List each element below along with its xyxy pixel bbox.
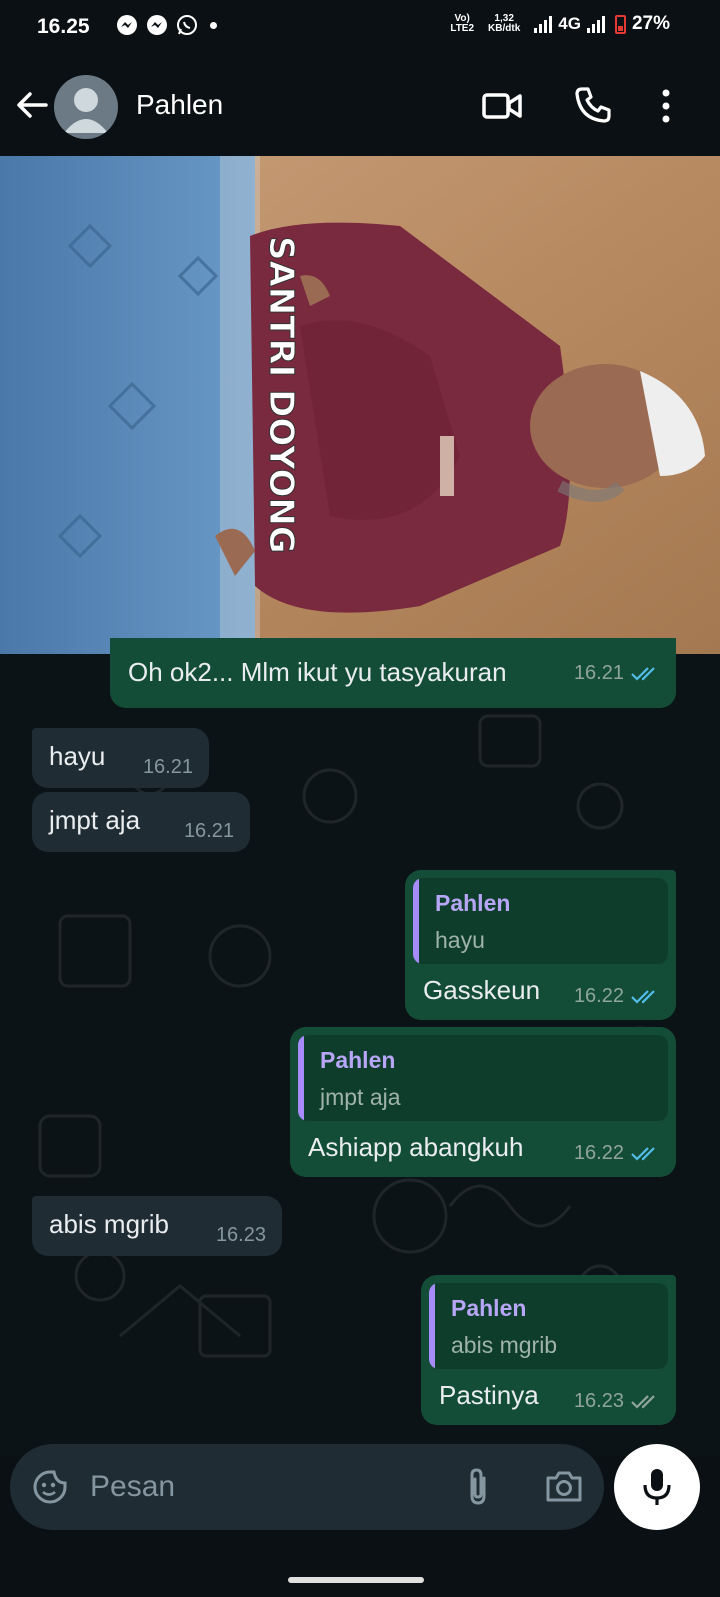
delivered-ticks-icon xyxy=(631,1394,655,1409)
message-text: jmpt aja xyxy=(49,805,141,835)
read-ticks-icon xyxy=(631,1146,655,1161)
message-incoming[interactable]: jmpt aja 16.21 xyxy=(32,792,250,852)
quote-accent-bar xyxy=(429,1283,435,1369)
microphone-icon xyxy=(643,1469,671,1505)
lte-label: LTE2 xyxy=(450,23,475,34)
status-time: 16.25 xyxy=(37,15,90,38)
messenger-icon-2 xyxy=(147,15,167,35)
signal-icon xyxy=(534,15,553,33)
message-text: Pastinya xyxy=(439,1380,539,1410)
phone-call-icon[interactable] xyxy=(574,86,612,124)
network-type: 4G xyxy=(558,14,581,33)
read-ticks-icon xyxy=(631,666,655,681)
quoted-text: jmpt aja xyxy=(320,1084,401,1110)
read-ticks-icon xyxy=(631,989,655,1004)
quoted-message[interactable]: Pahlen jmpt aja xyxy=(298,1035,668,1121)
message-time: 16.21 xyxy=(183,820,234,842)
image-caption: SANTRI DOYONG xyxy=(261,236,301,554)
overflow-menu-icon[interactable] xyxy=(660,88,672,124)
message-composer: Pesan xyxy=(10,1444,604,1530)
sticker-emoji-icon[interactable] xyxy=(32,1469,68,1505)
battery-icon xyxy=(614,14,626,34)
paperclip-icon[interactable] xyxy=(464,1466,492,1506)
shared-image[interactable]: SANTRI DOYONG xyxy=(0,156,720,654)
camera-icon[interactable] xyxy=(544,1468,584,1504)
message-text: Gasskeun xyxy=(423,975,541,1005)
message-outgoing-reply[interactable]: Pahlen jmpt aja Ashiapp abangkuh 16.22 xyxy=(290,1027,676,1177)
message-meta: 16.22 xyxy=(574,985,660,1008)
message-text: abis mgrib xyxy=(49,1209,169,1239)
message-incoming[interactable]: hayu 16.21 xyxy=(32,728,209,788)
quoted-message[interactable]: Pahlen abis mgrib xyxy=(429,1283,668,1369)
network-speed: 1,32 KB/dtk xyxy=(488,14,520,34)
signal-icon-2 xyxy=(586,15,605,33)
message-outgoing[interactable]: Oh ok2... Mlm ikut yu tasyakuran 16.21 xyxy=(110,638,676,708)
default-avatar-icon xyxy=(64,88,108,133)
gesture-nav-handle[interactable] xyxy=(288,1577,424,1583)
back-arrow-icon[interactable] xyxy=(14,87,50,123)
quote-accent-bar xyxy=(413,878,419,964)
status-bar: 16.25 Vo) LTE2 1,32 KB/dtk 4G 27% xyxy=(0,0,720,56)
message-text: Oh ok2... Mlm ikut yu tasyakuran xyxy=(128,657,507,687)
message-meta: 16.23 xyxy=(574,1390,660,1413)
quoted-sender: Pahlen xyxy=(435,890,511,916)
quoted-message[interactable]: Pahlen hayu xyxy=(413,878,668,964)
voice-record-button[interactable] xyxy=(614,1444,700,1530)
whatsapp-icon xyxy=(177,15,197,35)
message-text: hayu xyxy=(49,741,106,771)
video-call-icon[interactable] xyxy=(482,88,522,124)
more-notifications-dot xyxy=(210,21,217,29)
message-text: Ashiapp abangkuh xyxy=(308,1132,524,1162)
quoted-text: abis mgrib xyxy=(451,1332,558,1358)
notification-icons xyxy=(116,14,217,36)
speed-unit: KB/dtk xyxy=(488,23,521,34)
message-meta: 16.22 xyxy=(574,1142,660,1165)
battery-level: 27% xyxy=(631,13,670,34)
message-outgoing-reply[interactable]: Pahlen abis mgrib Pastinya 16.23 xyxy=(421,1275,676,1425)
quote-accent-bar xyxy=(298,1035,304,1121)
contact-name[interactable]: Pahlen xyxy=(136,89,223,121)
quoted-sender: Pahlen xyxy=(320,1047,396,1073)
message-time: 16.22 xyxy=(573,1142,624,1164)
chat-header: Pahlen xyxy=(0,56,720,156)
message-time: 16.23 xyxy=(215,1224,266,1246)
message-list[interactable]: SANTRI DOYONG Oh ok2... Mlm ikut yu tasy… xyxy=(0,156,720,1456)
quoted-sender: Pahlen xyxy=(451,1295,527,1321)
messenger-icon xyxy=(117,15,137,35)
message-time: 16.23 xyxy=(573,1390,624,1412)
status-indicators: Vo) LTE2 1,32 KB/dtk 4G 27% xyxy=(450,13,670,35)
message-input[interactable]: Pesan xyxy=(90,1470,175,1504)
volte-indicator: Vo) LTE2 xyxy=(450,14,474,34)
contact-avatar[interactable] xyxy=(54,75,118,139)
message-meta: 16.21 xyxy=(574,662,660,685)
message-time: 16.21 xyxy=(573,662,624,684)
message-outgoing-reply[interactable]: Pahlen hayu Gasskeun 16.22 xyxy=(405,870,676,1020)
quoted-text: hayu xyxy=(435,927,485,953)
photo-image: SANTRI DOYONG xyxy=(0,156,720,654)
message-time: 16.21 xyxy=(142,756,193,778)
message-incoming[interactable]: abis mgrib 16.23 xyxy=(32,1196,282,1256)
message-time: 16.22 xyxy=(573,985,624,1007)
